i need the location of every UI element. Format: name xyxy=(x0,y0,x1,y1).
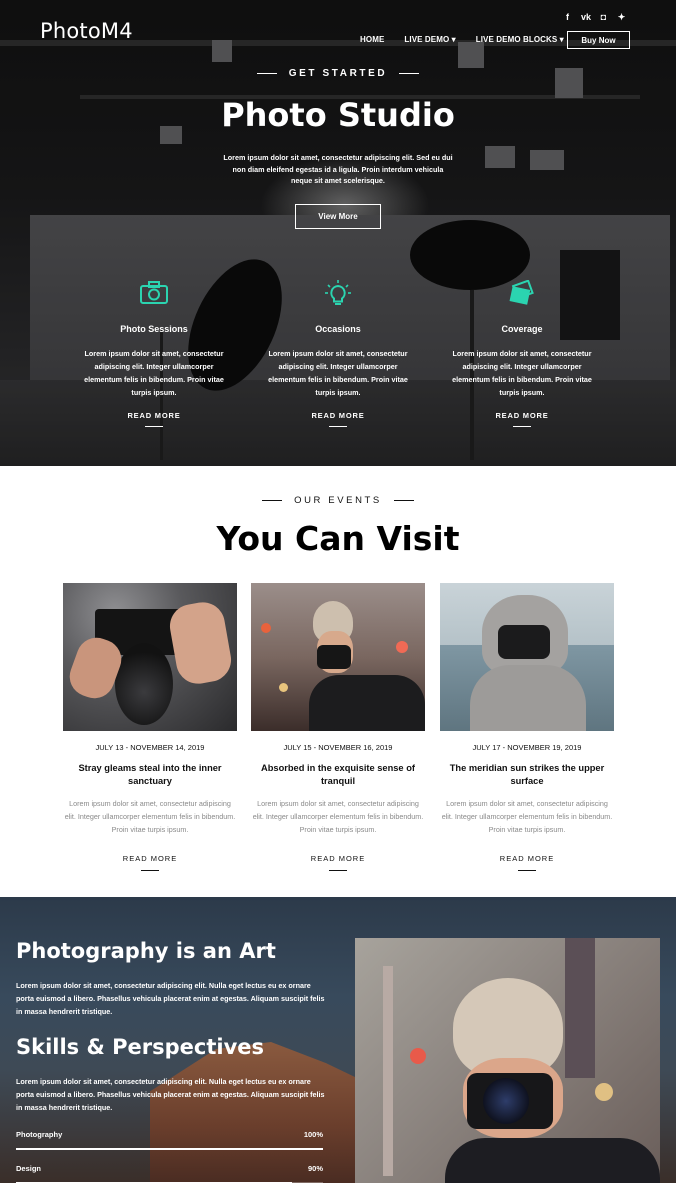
feature-coverage: Coverage Lorem ipsum dolor sit amet, con… xyxy=(444,280,600,427)
link-underline xyxy=(329,870,347,871)
facebook-icon[interactable]: f xyxy=(563,12,572,23)
feature-read-more-link[interactable]: READ MORE xyxy=(76,411,232,420)
skills-text: Lorem ipsum dolor sit amet, consectetur … xyxy=(16,1077,325,1112)
event-date: JULY 15 - NOVEMBER 16, 2019 xyxy=(283,743,393,752)
skill-photography: Photography 100% xyxy=(16,1130,323,1150)
feature-text: Lorem ipsum dolor sit amet, consectetur … xyxy=(268,349,408,397)
skill-percent: 90% xyxy=(307,1164,323,1173)
nav-live-demo-blocks[interactable]: LIVE DEMO BLOCKS ▾ xyxy=(476,35,564,44)
event-text: Lorem ipsum dolor sit amet, consectetur … xyxy=(64,799,236,834)
event-read-more-link[interactable]: READ MORE xyxy=(251,854,425,863)
skill-percent: 100% xyxy=(303,1130,323,1139)
art-photo-photographer[interactable] xyxy=(355,938,660,1183)
eyebrow-line-left xyxy=(256,73,277,74)
vk-icon[interactable]: vk xyxy=(581,12,591,23)
event-image-street-photographer[interactable] xyxy=(251,583,425,731)
event-image-camera-closeup[interactable] xyxy=(63,583,237,731)
hero-section: PhotoM4 f vk ◘ ✦ HOME LIVE DEMO ▾ LIVE D… xyxy=(0,0,676,466)
event-read-more-link[interactable]: READ MORE xyxy=(63,854,237,863)
link-underline xyxy=(513,426,531,427)
event-title[interactable]: Stray gleams steal into the inner sanctu… xyxy=(63,762,237,788)
event-text: Lorem ipsum dolor sit amet, consectetur … xyxy=(252,799,424,834)
art-text: Lorem ipsum dolor sit amet, consectetur … xyxy=(16,981,325,1016)
hero-eyebrow-text: GET STARTED xyxy=(288,68,388,79)
eyebrow-line-right xyxy=(399,73,420,74)
skill-progress-fill xyxy=(16,1148,323,1150)
event-title[interactable]: The meridian sun strikes the upper surfa… xyxy=(440,762,614,788)
link-underline xyxy=(329,426,347,427)
art-title: Photography is an Art xyxy=(16,939,276,963)
lightbulb-icon xyxy=(325,280,351,305)
skill-label: Photography xyxy=(16,1130,63,1139)
skills-title: Skills & Perspectives xyxy=(16,1035,265,1059)
nav-home[interactable]: HOME xyxy=(360,35,384,44)
events-title: You Can Visit xyxy=(216,519,460,558)
event-card: JULY 17 - NOVEMBER 19, 2019 The meridian… xyxy=(440,583,614,871)
event-date: JULY 17 - NOVEMBER 19, 2019 xyxy=(472,743,582,752)
hero-description: Lorem ipsum dolor sit amet, consectetur … xyxy=(223,153,453,185)
events-eyebrow-text: OUR EVENTS xyxy=(294,495,382,506)
feature-occasions: Occasions Lorem ipsum dolor sit amet, co… xyxy=(260,280,416,427)
feature-text: Lorem ipsum dolor sit amet, consectetur … xyxy=(84,349,224,397)
buy-now-button[interactable]: Buy Now xyxy=(567,31,630,49)
photos-icon xyxy=(509,280,534,305)
feature-read-more-link[interactable]: READ MORE xyxy=(444,411,600,420)
social-links: f vk ◘ ✦ xyxy=(563,12,626,23)
event-text: Lorem ipsum dolor sit amet, consectetur … xyxy=(441,799,613,834)
event-image-winter-photographer[interactable] xyxy=(440,583,614,731)
camera-icon xyxy=(140,281,168,304)
feature-photo-sessions: Photo Sessions Lorem ipsum dolor sit ame… xyxy=(76,280,232,427)
feature-title: Coverage xyxy=(501,324,543,334)
feature-read-more-link[interactable]: READ MORE xyxy=(260,411,416,420)
site-logo[interactable]: PhotoM4 xyxy=(40,19,133,43)
link-underline xyxy=(518,870,536,871)
nav-live-demo[interactable]: LIVE DEMO ▾ xyxy=(404,35,455,44)
event-title[interactable]: Absorbed in the exquisite sense of tranq… xyxy=(251,762,425,788)
event-card: JULY 15 - NOVEMBER 16, 2019 Absorbed in … xyxy=(251,583,425,871)
art-section: Photography is an Art Lorem ipsum dolor … xyxy=(0,897,676,1183)
feature-title: Occasions xyxy=(315,324,361,334)
event-date: JULY 13 - NOVEMBER 14, 2019 xyxy=(95,743,205,752)
event-read-more-link[interactable]: READ MORE xyxy=(440,854,614,863)
eyebrow-line-left xyxy=(262,500,283,501)
events-eyebrow: OUR EVENTS xyxy=(0,495,676,506)
twitter-icon[interactable]: ✦ xyxy=(617,12,626,23)
skill-label: Design xyxy=(16,1164,42,1173)
eyebrow-line-right xyxy=(393,500,414,501)
skill-progress-bar xyxy=(16,1148,323,1150)
hero-title: Photo Studio xyxy=(221,96,455,134)
instagram-icon[interactable]: ◘ xyxy=(599,12,608,23)
feature-text: Lorem ipsum dolor sit amet, consectetur … xyxy=(452,349,592,397)
feature-title: Photo Sessions xyxy=(120,324,188,334)
view-more-button[interactable]: View More xyxy=(295,204,381,229)
hero-eyebrow: GET STARTED xyxy=(0,68,676,79)
link-underline xyxy=(145,426,163,427)
event-card: JULY 13 - NOVEMBER 14, 2019 Stray gleams… xyxy=(63,583,237,871)
link-underline xyxy=(141,870,159,871)
main-nav: HOME LIVE DEMO ▾ LIVE DEMO BLOCKS ▾ xyxy=(360,35,564,44)
skill-design: Design 90% xyxy=(16,1164,323,1183)
